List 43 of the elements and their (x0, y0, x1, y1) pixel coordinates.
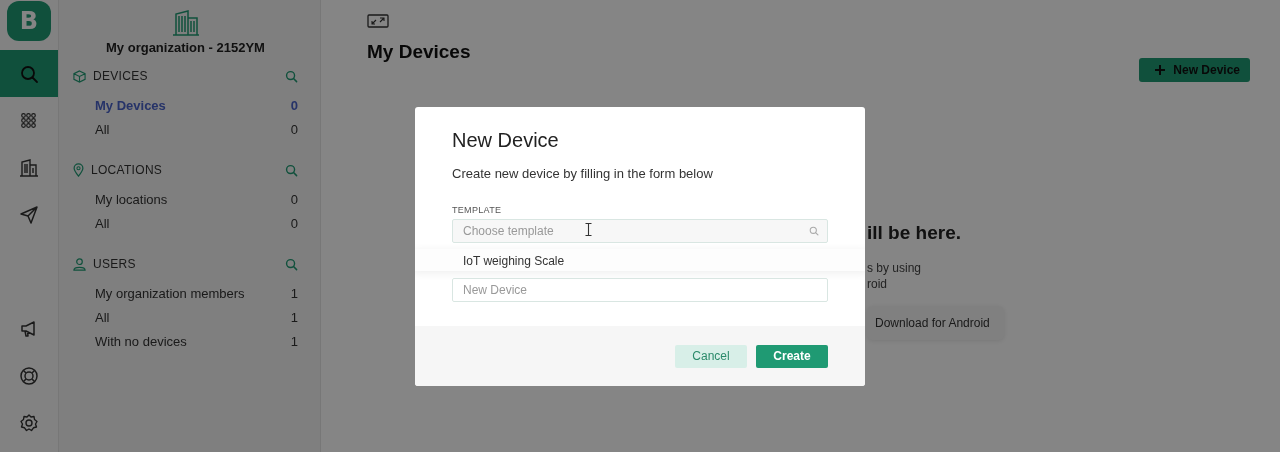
lifebuoy-icon[interactable] (19, 365, 39, 386)
sidebar-item[interactable]: With no devices 1 (95, 329, 298, 353)
search-icon[interactable] (285, 69, 298, 83)
location-pin-icon (73, 163, 84, 177)
text-cursor-icon (585, 223, 592, 236)
settings-icon[interactable] (19, 412, 39, 433)
dialog-title: New Device (452, 129, 560, 152)
sidebar-item[interactable]: My Devices 0 (95, 93, 298, 117)
create-button[interactable]: Create (756, 344, 828, 368)
dropdown-option[interactable]: IoT weighing Scale (452, 249, 828, 271)
cube-icon (73, 69, 86, 83)
building-icon (171, 10, 200, 36)
cancel-button[interactable]: Cancel (675, 344, 747, 368)
empty-state-text: s by using (867, 260, 923, 276)
search-icon (19, 63, 39, 84)
expand-icon[interactable] (367, 14, 389, 28)
paper-plane-icon (19, 204, 39, 225)
empty-state-heading: ill be here. (867, 222, 962, 244)
section-title: DEVICES (93, 69, 149, 83)
sidebar-item[interactable]: My organization members 1 (95, 281, 298, 305)
download-android-button[interactable]: Download for Android (867, 306, 1004, 340)
organization-name: My organization - 2152YM (106, 40, 265, 55)
search-icon[interactable] (285, 257, 298, 271)
section-title: USERS (93, 257, 137, 271)
sidebar-item[interactable]: My locations 0 (95, 187, 298, 211)
empty-state-text: roid (867, 276, 888, 292)
page-title: My Devices (367, 41, 471, 63)
search-icon[interactable] (285, 163, 298, 177)
sidebar-item[interactable]: All 1 (95, 305, 298, 329)
field-label: TEMPLATE (452, 205, 503, 215)
search-icon[interactable] (809, 226, 819, 236)
grid-icon (19, 110, 39, 131)
logo[interactable]: B (7, 1, 51, 41)
nav-item[interactable] (0, 50, 58, 97)
sidebar-item[interactable]: All 0 (95, 117, 298, 141)
device-name-field[interactable]: New Device (452, 278, 828, 302)
sidebar-item[interactable]: All 0 (95, 211, 298, 235)
section-title: LOCATIONS (91, 163, 164, 177)
plus-icon (1155, 65, 1166, 75)
building-icon (19, 157, 39, 178)
dialog-subtitle: Create new device by filling in the form below (452, 166, 714, 181)
user-icon (73, 257, 86, 271)
template-field[interactable]: Choose template (452, 219, 828, 243)
